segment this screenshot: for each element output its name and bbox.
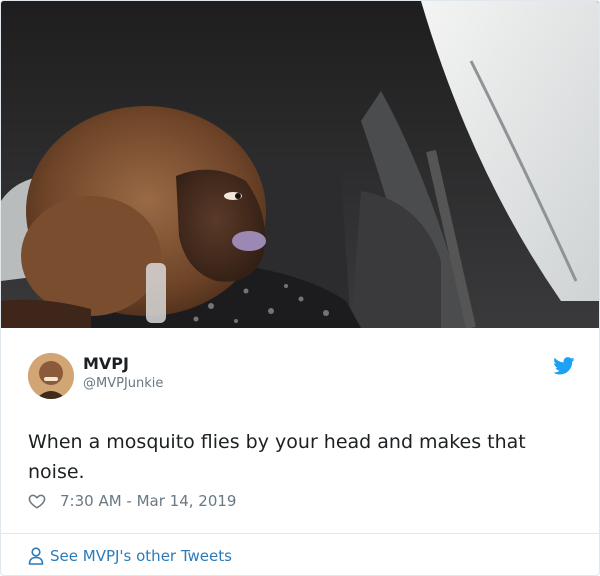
author-name[interactable]: MVPJ (83, 354, 129, 373)
tweet-photo[interactable] (1, 1, 599, 328)
person-icon (28, 547, 44, 565)
car-interior-photo (1, 1, 599, 328)
other-tweets-label: See MVPJ's other Tweets (50, 547, 232, 565)
twitter-bird-icon[interactable] (553, 357, 575, 375)
heart-icon[interactable] (28, 492, 46, 510)
tweet-timestamp[interactable]: 7:30 AM - Mar 14, 2019 (60, 492, 236, 510)
tweet-header: MVPJ @MVPJunkie (1, 341, 599, 405)
embedded-tweet-card: MVPJ @MVPJunkie When a mosquito flies by… (0, 0, 600, 576)
avatar-image (28, 353, 74, 399)
author-handle[interactable]: @MVPJunkie (83, 376, 163, 391)
other-tweets-link[interactable]: See MVPJ's other Tweets (28, 545, 232, 567)
tweet-text: When a mosquito flies by your head and m… (28, 431, 526, 483)
tweet-meta: 7:30 AM - Mar 14, 2019 (28, 491, 236, 511)
divider (1, 533, 599, 534)
avatar[interactable] (28, 353, 74, 399)
